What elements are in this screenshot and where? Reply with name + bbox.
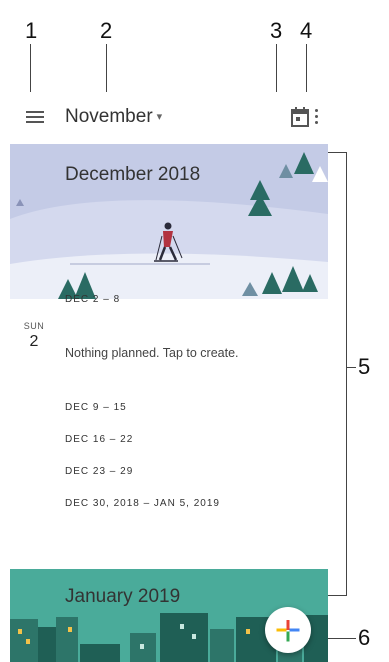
menu-icon[interactable] bbox=[24, 108, 46, 128]
nothing-planned-text[interactable]: Nothing planned. Tap to create. bbox=[65, 346, 239, 360]
callout-6: 6 bbox=[358, 625, 371, 650]
january-title: January 2019 bbox=[65, 586, 181, 607]
week-row[interactable]: DEC 23 – 29 bbox=[65, 466, 133, 477]
week-row[interactable]: DEC 9 – 15 bbox=[65, 402, 127, 413]
week-row[interactable]: DEC 30, 2018 – JAN 5, 2019 bbox=[65, 498, 220, 509]
app-bar: November ▾ bbox=[10, 92, 328, 145]
week-row[interactable]: DEC 16 – 22 bbox=[65, 434, 133, 445]
leader-line-5-vertical bbox=[346, 152, 347, 595]
december-title: December 2018 bbox=[65, 164, 201, 185]
month-selector[interactable]: November ▾ bbox=[65, 106, 162, 128]
callout-4: 4 bbox=[300, 18, 313, 43]
calendar-today-icon[interactable] bbox=[290, 106, 310, 128]
more-vert-icon[interactable] bbox=[310, 106, 322, 128]
month-label: November bbox=[65, 106, 153, 127]
week-row-dec-2[interactable]: DEC 2 – 8 bbox=[65, 294, 120, 305]
callout-2: 2 bbox=[100, 18, 113, 43]
schedule-view[interactable]: December 2018 DEC 2 – 8 SUN 2 Nothing pl… bbox=[10, 144, 328, 662]
callout-1: 1 bbox=[25, 18, 38, 43]
chevron-down-icon: ▾ bbox=[156, 111, 163, 124]
calendar-screen: November ▾ December 2018 DEC 2 – 8 SUN 2… bbox=[10, 92, 328, 662]
day-name: SUN bbox=[23, 321, 45, 331]
callout-5: 5 bbox=[358, 354, 371, 379]
leader-line-5-tick bbox=[346, 367, 356, 368]
day-number: 2 bbox=[29, 333, 39, 350]
create-event-button[interactable] bbox=[265, 607, 311, 653]
december-banner: December 2018 bbox=[10, 144, 328, 299]
callout-3: 3 bbox=[270, 18, 283, 43]
day-header: SUN 2 bbox=[22, 321, 46, 351]
plus-icon bbox=[276, 620, 300, 642]
